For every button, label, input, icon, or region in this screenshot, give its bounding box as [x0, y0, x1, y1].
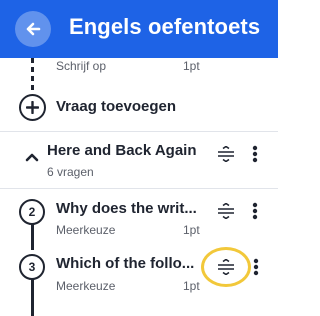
plus-circle-icon [19, 94, 46, 121]
more-vertical-icon [252, 145, 258, 163]
divider [0, 131, 278, 132]
question-title[interactable]: Which of the follo... [56, 255, 194, 272]
add-question-label: Vraag toevoegen [56, 98, 177, 115]
app-header: Engels oefentoets [0, 0, 278, 58]
add-question-button[interactable]: Vraag toevoegen [19, 93, 219, 121]
section-drag-handle[interactable] [214, 144, 238, 164]
question-number: 2 [19, 199, 45, 225]
chevron-up-icon [25, 153, 39, 162]
page-title: Engels oefentoets [69, 14, 261, 39]
question-menu-button[interactable] [247, 200, 263, 222]
timeline-connector [31, 222, 34, 250]
drag-handle-icon [218, 146, 234, 162]
arrow-left-icon [26, 22, 41, 36]
divider [0, 188, 278, 189]
question-type-label: Schrijf op [56, 59, 107, 73]
question-points: 1pt [183, 59, 200, 73]
back-button[interactable] [15, 11, 51, 47]
question-type-label: Meerkeuze [56, 223, 116, 237]
drag-handle-icon [218, 203, 234, 219]
question-type-label: Meerkeuze [56, 279, 116, 293]
collapse-section-button[interactable] [20, 145, 44, 169]
question-menu-button[interactable] [249, 256, 263, 278]
question-points: 1pt [183, 223, 200, 237]
section-count: 6 vragen [47, 165, 94, 179]
timeline-connector [31, 276, 34, 316]
section-menu-button[interactable] [247, 143, 263, 165]
question-points: 1pt [183, 279, 200, 293]
section-title: Here and Back Again [47, 142, 197, 159]
question-title[interactable]: Why does the writ... [56, 200, 197, 217]
question-number: 3 [19, 254, 45, 280]
more-vertical-icon [252, 202, 258, 220]
more-vertical-icon [253, 258, 259, 276]
highlight-annotation [201, 247, 251, 287]
timeline-connector [31, 58, 34, 92]
question-drag-handle[interactable] [214, 201, 238, 221]
